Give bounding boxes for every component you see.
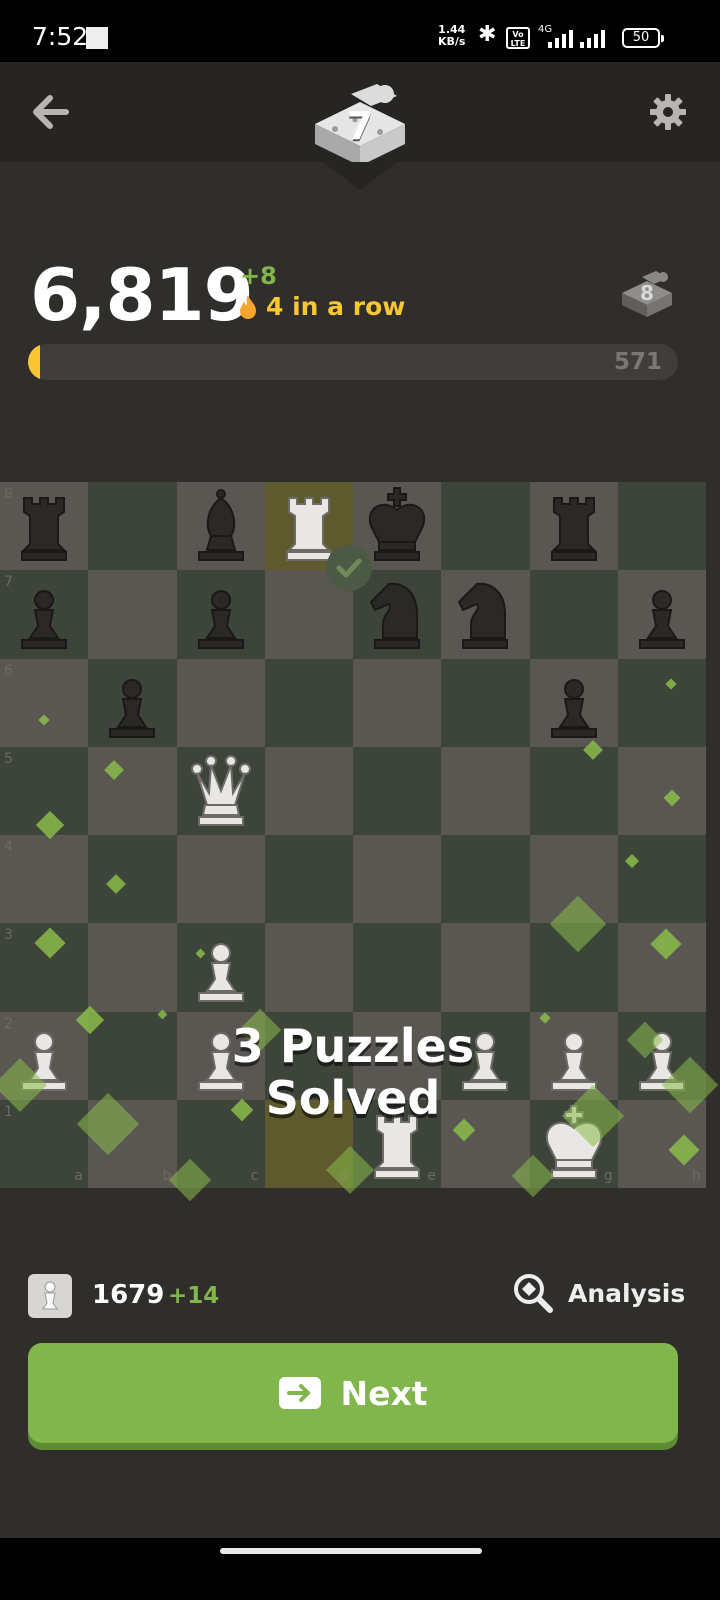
square-b4[interactable] [88, 835, 177, 924]
square-f8[interactable] [441, 482, 530, 571]
correct-move-marker [326, 545, 372, 591]
square-d4[interactable] [264, 835, 353, 924]
network-speed: 1.44 KB/s [438, 24, 465, 48]
analysis-label: Analysis [568, 1278, 686, 1308]
square-e5[interactable] [353, 746, 442, 835]
puzzle-score: 6,819 [30, 253, 254, 337]
arrow-right-icon [279, 1377, 322, 1409]
black-bishop-c8[interactable] [177, 482, 265, 570]
square-g5[interactable] [529, 746, 618, 835]
signal-icon [580, 28, 605, 48]
square-b5[interactable] [88, 746, 177, 835]
square-d6[interactable] [264, 658, 353, 747]
solved-line-1: 3 Puzzles [231, 1019, 475, 1073]
speed-unit: KB/s [438, 35, 466, 48]
battery-icon: 50 [622, 28, 664, 48]
black-knight-f7[interactable] [441, 570, 529, 658]
square-b8[interactable] [88, 482, 177, 571]
navigation-bar [0, 1538, 720, 1600]
square-f3[interactable] [441, 923, 530, 1012]
square-b3[interactable] [88, 923, 177, 1012]
gear-icon[interactable] [648, 92, 688, 132]
black-pawn-g6[interactable] [530, 659, 618, 747]
solved-line-2: Solved [265, 1071, 441, 1125]
square-a4[interactable] [0, 835, 89, 924]
square-g7[interactable] [529, 570, 618, 659]
home-indicator[interactable] [220, 1548, 482, 1554]
next-label: Next [340, 1373, 428, 1413]
black-pawn-a7[interactable] [0, 570, 88, 658]
flame-icon [240, 294, 256, 319]
square-h4[interactable] [617, 835, 706, 924]
square-c4[interactable] [176, 835, 265, 924]
square-e4[interactable] [353, 835, 442, 924]
rating-delta: +14 [168, 1283, 220, 1309]
streak-label: 4 in a row [266, 292, 406, 321]
square-f5[interactable] [441, 746, 530, 835]
puzzle-streak-level: 7 [346, 104, 374, 148]
black-pawn-b6[interactable] [88, 659, 176, 747]
back-arrow-icon[interactable] [30, 92, 70, 132]
square-b7[interactable] [88, 570, 177, 659]
solved-overlay: 3 Puzzles Solved [0, 1020, 706, 1124]
signal-icon [548, 28, 573, 48]
rank-label: 4 [4, 839, 13, 855]
puzzle-rating: 1679 [92, 1280, 165, 1310]
square-h5[interactable] [617, 746, 706, 835]
progress-bar: 571 [28, 344, 678, 380]
white-queen-c5[interactable] [177, 747, 265, 835]
square-e3[interactable] [353, 923, 442, 1012]
file-label: c [250, 1168, 259, 1184]
square-h6[interactable] [617, 658, 706, 747]
black-pawn-h7[interactable] [618, 570, 706, 658]
top-bar: 7 [0, 62, 720, 166]
volte-icon: Vo LTE [506, 27, 530, 49]
status-time: 7:52 [32, 22, 89, 51]
header-pointer [323, 162, 397, 190]
square-d5[interactable] [264, 746, 353, 835]
black-rook-g8[interactable] [530, 482, 618, 570]
next-level-number: 8 [640, 281, 654, 305]
rank-label: 6 [4, 662, 13, 679]
square-c6[interactable] [176, 658, 265, 747]
square-h8[interactable] [617, 482, 706, 571]
square-d3[interactable] [264, 923, 353, 1012]
black-rook-a8[interactable] [0, 482, 88, 570]
next-button[interactable]: Next [28, 1343, 678, 1443]
check-icon [336, 558, 362, 578]
streak-indicator: 4 in a row [238, 292, 405, 321]
black-pawn-c7[interactable] [177, 570, 265, 658]
square-f6[interactable] [441, 658, 530, 747]
rank-label: 5 [4, 750, 13, 767]
pawn-icon [28, 1274, 72, 1318]
analysis-button[interactable]: Analysis [512, 1272, 685, 1314]
notification-icon [86, 27, 108, 49]
bluetooth-icon: ✱ [478, 22, 497, 47]
magnifier-icon [514, 1274, 553, 1313]
file-label: h [692, 1168, 701, 1184]
square-a6[interactable] [0, 658, 89, 747]
next-level-badge: 8 [618, 265, 676, 323]
progress-fill [28, 344, 40, 380]
square-e6[interactable] [353, 658, 442, 747]
score-delta: +8 [240, 262, 277, 290]
rank-label: 3 [4, 927, 13, 944]
white-pawn-c3[interactable] [177, 923, 265, 1011]
file-label: a [74, 1168, 83, 1184]
square-f4[interactable] [441, 835, 530, 924]
progress-remaining: 571 [613, 349, 662, 375]
status-bar: 7:52 1.44 KB/s ✱ Vo LTE 4G 50 [0, 0, 720, 62]
